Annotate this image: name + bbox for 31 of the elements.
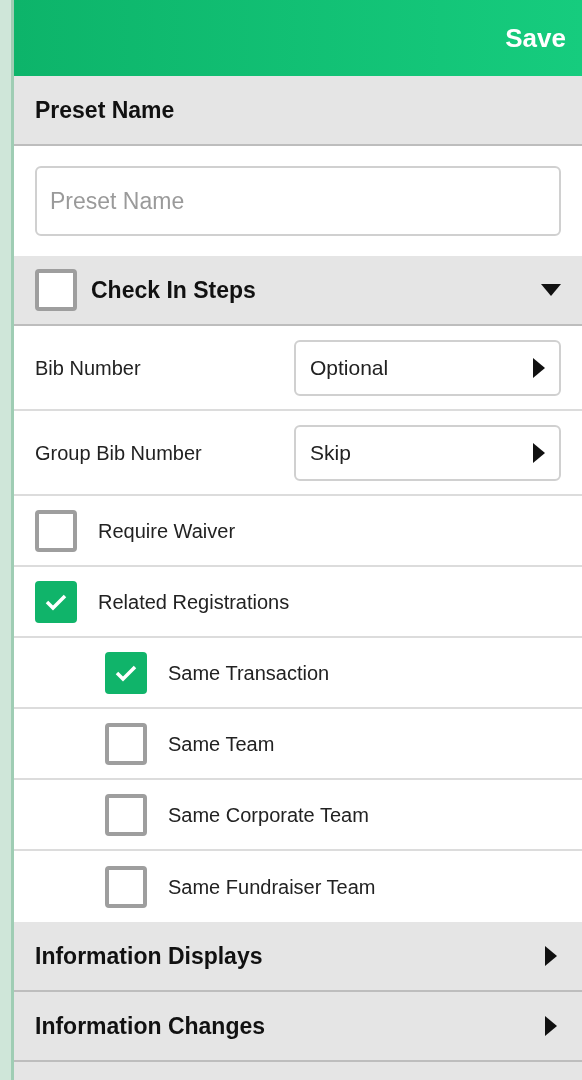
checkmark-icon xyxy=(45,592,67,611)
row-label: Group Bib Number xyxy=(35,440,203,466)
section-title: Information Changes xyxy=(35,1011,265,1041)
section-title: Information Displays xyxy=(35,941,263,971)
option-label: Require Waiver xyxy=(98,518,236,544)
section-header[interactable]: Information Displays xyxy=(14,922,582,992)
option-label: Same Transaction xyxy=(168,660,330,686)
checkbox[interactable] xyxy=(35,509,77,552)
checkmark-icon xyxy=(115,663,137,682)
preset-name-field[interactable]: Preset Name xyxy=(35,166,561,236)
caret-down-icon xyxy=(541,284,561,296)
checkbox[interactable] xyxy=(105,651,147,694)
checkbox[interactable] xyxy=(105,722,147,765)
dropdown-button[interactable]: Skip xyxy=(294,424,561,481)
section-header[interactable]: Information Changes xyxy=(14,992,582,1062)
caret-right-icon xyxy=(545,1016,557,1036)
row-label: Bib Number xyxy=(35,355,142,381)
option-label: Same Team xyxy=(168,731,275,757)
section-title: Preset Name xyxy=(35,95,175,125)
checkbox[interactable] xyxy=(105,793,147,836)
checkbox[interactable] xyxy=(35,580,77,623)
option-label: Same Fundraiser Team xyxy=(168,874,376,900)
option-label: Related Registrations xyxy=(98,589,290,615)
checkbox[interactable] xyxy=(105,865,147,908)
caret-right-icon xyxy=(545,946,557,966)
dropdown-button[interactable]: Optional xyxy=(294,339,561,396)
option-label: Same Corporate Team xyxy=(168,802,369,828)
caret-right-icon xyxy=(533,442,545,463)
checkbox[interactable] xyxy=(35,269,77,311)
caret-right-icon xyxy=(533,357,545,378)
section-title: Check In Steps xyxy=(91,275,257,305)
